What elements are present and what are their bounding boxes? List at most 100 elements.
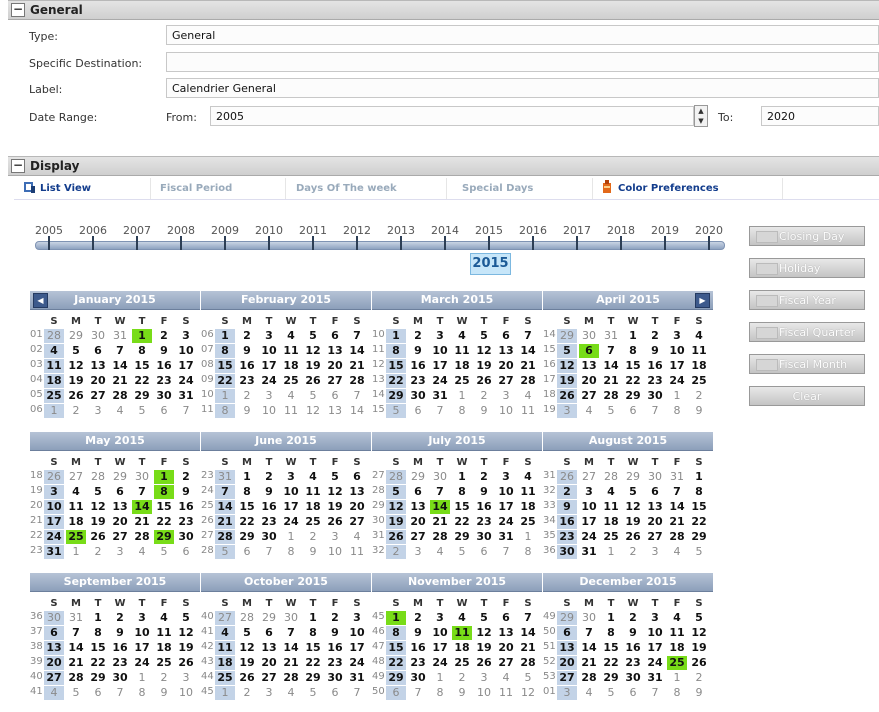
day-cell[interactable]: 6 (259, 626, 279, 640)
day-cell[interactable]: 29 (132, 389, 152, 403)
day-cell[interactable]: 28 (579, 671, 599, 685)
day-cell[interactable]: 12 (623, 500, 643, 514)
day-cell[interactable]: 10 (667, 344, 687, 358)
day-cell[interactable]: 31 (430, 389, 450, 403)
day-cell[interactable]: 28 (518, 374, 538, 388)
collapse-icon[interactable]: − (11, 159, 25, 173)
day-cell[interactable]: 25 (452, 656, 472, 670)
day-cell[interactable]: 9 (408, 626, 428, 640)
day-cell[interactable]: 3 (645, 611, 665, 625)
day-cell[interactable]: 15 (132, 359, 152, 373)
day-cell[interactable]: 1 (452, 470, 472, 484)
day-cell[interactable]: 16 (110, 641, 130, 655)
day-cell[interactable]: 11 (452, 344, 472, 358)
day-cell[interactable]: 27 (88, 389, 108, 403)
day-cell[interactable]: 7 (430, 485, 450, 499)
day-cell[interactable]: 27 (496, 374, 516, 388)
day-cell[interactable]: 15 (386, 641, 406, 655)
day-cell[interactable]: 2 (408, 611, 428, 625)
day-cell[interactable]: 18 (44, 374, 64, 388)
day-cell[interactable]: 20 (496, 641, 516, 655)
day-cell[interactable]: 12 (88, 500, 108, 514)
day-cell[interactable]: 18 (154, 641, 174, 655)
day-cell[interactable]: 2 (474, 470, 494, 484)
day-cell[interactable]: 29 (452, 530, 472, 544)
day-cell[interactable]: 28 (132, 530, 152, 544)
day-cell[interactable]: 25 (66, 530, 86, 544)
timeline-tick[interactable] (136, 236, 138, 250)
day-cell[interactable]: 8 (430, 686, 450, 700)
day-cell[interactable]: 6 (110, 485, 130, 499)
day-cell[interactable]: 29 (110, 470, 130, 484)
day-cell[interactable]: 11 (518, 485, 538, 499)
day-cell[interactable]: 31 (215, 470, 235, 484)
spin-down-icon[interactable]: ▼ (695, 116, 707, 126)
day-cell[interactable]: 29 (303, 671, 323, 685)
day-cell[interactable]: 29 (557, 329, 577, 343)
day-cell[interactable]: 3 (579, 485, 599, 499)
day-cell[interactable]: 29 (66, 329, 86, 343)
day-cell[interactable]: 7 (132, 485, 152, 499)
day-cell[interactable]: 8 (623, 344, 643, 358)
day-cell[interactable]: 7 (601, 344, 621, 358)
day-cell[interactable]: 24 (667, 374, 687, 388)
day-cell[interactable]: 6 (88, 686, 108, 700)
day-cell[interactable]: 7 (347, 329, 367, 343)
day-cell[interactable]: 18 (303, 500, 323, 514)
day-cell[interactable]: 15 (452, 500, 472, 514)
day-cell[interactable]: 6 (474, 545, 494, 559)
day-cell[interactable]: 26 (88, 530, 108, 544)
day-cell[interactable]: 21 (430, 515, 450, 529)
day-cell[interactable]: 22 (623, 374, 643, 388)
day-cell[interactable]: 31 (110, 329, 130, 343)
day-cell[interactable]: 2 (623, 611, 643, 625)
day-cell[interactable]: 7 (408, 686, 428, 700)
day-cell[interactable]: 2 (452, 671, 472, 685)
day-cell[interactable]: 11 (452, 626, 472, 640)
day-cell[interactable]: 15 (689, 500, 709, 514)
day-cell[interactable]: 12 (66, 359, 86, 373)
day-cell[interactable]: 4 (347, 530, 367, 544)
day-cell[interactable]: 21 (601, 374, 621, 388)
day-cell[interactable]: 5 (386, 485, 406, 499)
day-cell[interactable]: 27 (66, 470, 86, 484)
day-cell[interactable]: 4 (44, 344, 64, 358)
day-cell[interactable]: 1 (601, 545, 621, 559)
day-cell[interactable]: 1 (88, 611, 108, 625)
day-cell[interactable]: 7 (430, 404, 450, 418)
day-cell[interactable]: 21 (518, 641, 538, 655)
timeline-tick[interactable] (356, 236, 358, 250)
day-cell[interactable]: 17 (176, 359, 196, 373)
day-cell[interactable]: 6 (347, 470, 367, 484)
day-cell[interactable]: 1 (601, 611, 621, 625)
day-cell[interactable]: 11 (154, 626, 174, 640)
day-cell[interactable]: 9 (645, 344, 665, 358)
day-cell[interactable]: 3 (645, 545, 665, 559)
day-cell[interactable]: 7 (518, 611, 538, 625)
day-cell[interactable]: 1 (66, 545, 86, 559)
day-cell[interactable]: 11 (215, 641, 235, 655)
day-cell[interactable]: 9 (110, 626, 130, 640)
to-year-input[interactable]: 2020 (761, 106, 879, 126)
day-cell[interactable]: 27 (110, 530, 130, 544)
day-cell[interactable]: 31 (579, 545, 599, 559)
day-cell[interactable]: 30 (579, 611, 599, 625)
day-cell[interactable]: 20 (347, 500, 367, 514)
day-cell[interactable]: 5 (623, 485, 643, 499)
day-cell[interactable]: 26 (44, 470, 64, 484)
day-cell[interactable]: 3 (110, 545, 130, 559)
day-cell[interactable]: 19 (237, 656, 257, 670)
day-cell[interactable]: 5 (474, 329, 494, 343)
day-cell[interactable]: 28 (430, 530, 450, 544)
day-cell[interactable]: 7 (667, 485, 687, 499)
specific-destination-field[interactable] (166, 52, 879, 72)
day-cell[interactable]: 26 (237, 671, 257, 685)
day-cell[interactable]: 11 (281, 344, 301, 358)
day-cell[interactable]: 31 (347, 671, 367, 685)
day-cell[interactable]: 21 (579, 656, 599, 670)
day-cell[interactable]: 22 (386, 656, 406, 670)
type-field[interactable]: General (166, 25, 879, 45)
day-cell[interactable]: 9 (325, 626, 345, 640)
day-cell[interactable]: 8 (215, 344, 235, 358)
day-cell[interactable]: 14 (347, 404, 367, 418)
